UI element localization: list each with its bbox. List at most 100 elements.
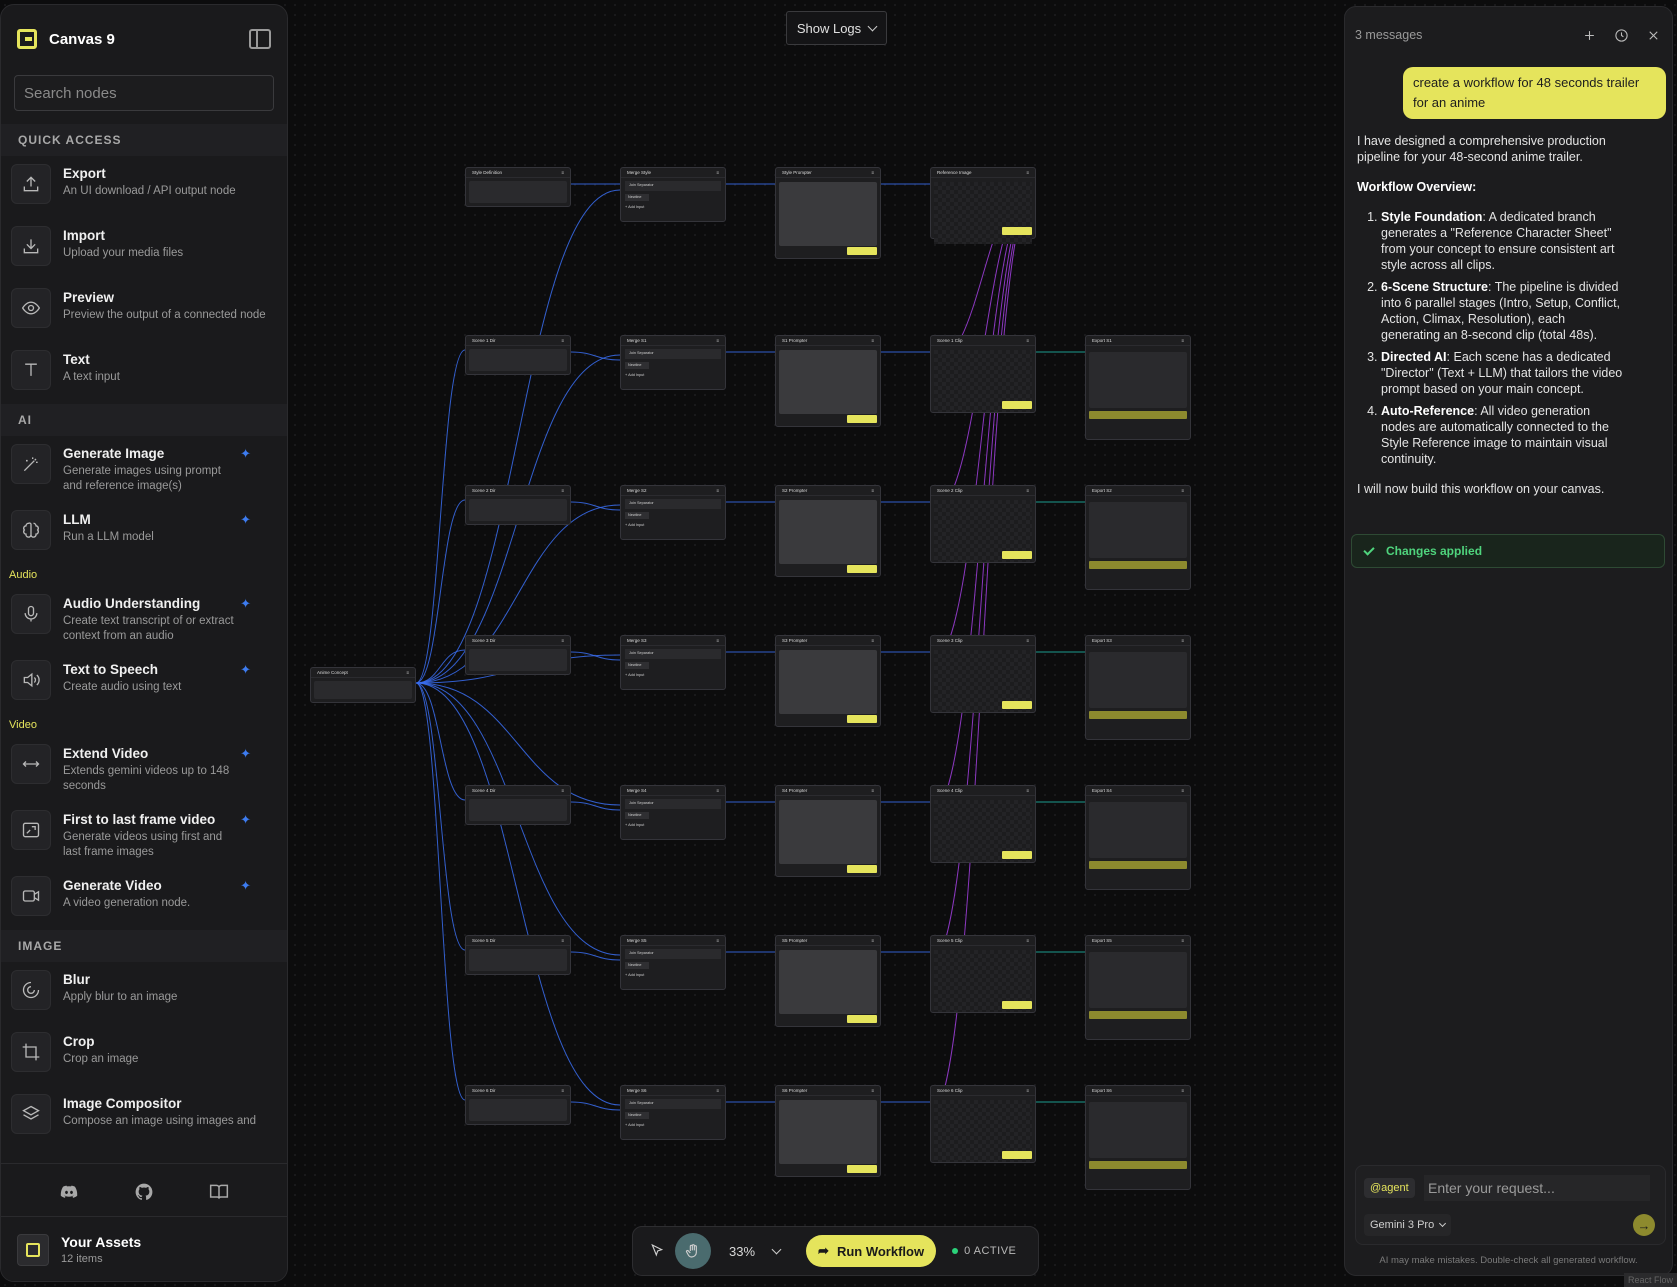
node-scene-director[interactable]: Scene 4 Dir ≡ [465, 785, 571, 825]
download-button[interactable] [1089, 411, 1187, 419]
add-input-button[interactable]: + Add Input [625, 973, 721, 979]
docs-book-icon[interactable] [208, 1182, 230, 1202]
node-menu-icon[interactable]: ≡ [561, 170, 564, 175]
github-icon[interactable] [133, 1182, 155, 1202]
download-button[interactable] [1089, 1011, 1187, 1019]
node-scene-export[interactable]: Export S4 ≡ [1085, 785, 1191, 890]
add-input-button[interactable]: + Add Input [625, 523, 721, 529]
node-item-extend-video[interactable]: Extend Video Extends gemini videos up to … [1, 736, 287, 802]
run-node-button[interactable] [847, 715, 877, 723]
request-input[interactable] [1424, 1175, 1650, 1201]
node-menu-icon[interactable]: ≡ [716, 638, 719, 643]
node-menu-icon[interactable]: ≡ [716, 788, 719, 793]
node-text-field[interactable] [469, 499, 567, 521]
node-item-preview[interactable]: Preview Preview the output of a connected… [1, 280, 287, 342]
node-scene-prompter[interactable]: S3 Prompter ≡ [775, 635, 881, 727]
node-scene-clip[interactable]: Scene 3 Clip ≡ [930, 635, 1036, 713]
node-menu-icon[interactable]: ≡ [871, 1088, 874, 1093]
run-node-button[interactable] [1002, 851, 1032, 859]
node-anime-concept[interactable]: Anime Concept ≡ [310, 667, 416, 703]
node-menu-icon[interactable]: ≡ [561, 638, 564, 643]
pan-tool-button[interactable] [675, 1233, 711, 1269]
node-menu-icon[interactable]: ≡ [561, 1088, 564, 1093]
node-scene-clip[interactable]: Scene 2 Clip ≡ [930, 485, 1036, 563]
node-scene-merge[interactable]: Merge S1 ≡ Join Separator Newline + Add Inpu… [620, 335, 726, 390]
node-style-definition[interactable]: Style Definition ≡ [465, 167, 571, 207]
node-scene-prompter[interactable]: S2 Prompter ≡ [775, 485, 881, 577]
node-scene-director[interactable]: Scene 2 Dir ≡ [465, 485, 571, 525]
node-menu-icon[interactable]: ≡ [871, 788, 874, 793]
node-menu-icon[interactable]: ≡ [561, 338, 564, 343]
run-node-button[interactable] [847, 415, 877, 423]
node-menu-icon[interactable]: ≡ [716, 488, 719, 493]
node-scene-merge[interactable]: Merge S6 ≡ Join Separator Newline + Add Inpu… [620, 1085, 726, 1140]
node-menu-icon[interactable]: ≡ [1181, 488, 1184, 493]
node-item-blur[interactable]: Blur Apply blur to an image [1, 962, 287, 1024]
newline-option[interactable]: Newline [625, 361, 649, 369]
run-node-button[interactable] [1002, 1151, 1032, 1159]
node-scene-merge[interactable]: Merge S3 ≡ Join Separator Newline + Add Inpu… [620, 635, 726, 690]
node-menu-icon[interactable]: ≡ [716, 170, 719, 175]
download-button[interactable] [1089, 1161, 1187, 1169]
node-scene-merge[interactable]: Merge S5 ≡ Join Separator Newline + Add Inpu… [620, 935, 726, 990]
node-scene-export[interactable]: Export S6 ≡ [1085, 1085, 1191, 1190]
node-scene-export[interactable]: Export S5 ≡ [1085, 935, 1191, 1040]
node-merge-style[interactable]: Merge Style ≡ Join Separator Newline + Add I… [620, 167, 726, 222]
node-item-first-to-last-frame-video[interactable]: First to last frame video Generate videos… [1, 802, 287, 868]
node-scene-merge[interactable]: Merge S2 ≡ Join Separator Newline + Add Inpu… [620, 485, 726, 540]
node-text-field[interactable] [469, 949, 567, 971]
node-text-field[interactable] [469, 181, 567, 203]
node-text-field[interactable] [469, 649, 567, 671]
node-scene-prompter[interactable]: S1 Prompter ≡ [775, 335, 881, 427]
node-menu-icon[interactable]: ≡ [871, 170, 874, 175]
node-scene-merge[interactable]: Merge S4 ≡ Join Separator Newline + Add Inpu… [620, 785, 726, 840]
node-menu-icon[interactable]: ≡ [716, 338, 719, 343]
newline-option[interactable]: Newline [625, 661, 649, 669]
collapse-sidebar-icon[interactable] [249, 29, 271, 49]
add-input-button[interactable]: + Add Input [625, 823, 721, 829]
node-item-crop[interactable]: Crop Crop an image [1, 1024, 287, 1086]
node-reference-image[interactable]: Reference Image ≡ [930, 167, 1036, 244]
run-node-button[interactable] [847, 865, 877, 873]
search-nodes-input[interactable]: Search nodes [14, 75, 274, 111]
run-node-button[interactable] [1002, 401, 1032, 409]
send-button[interactable]: → [1633, 1214, 1655, 1236]
node-scene-prompter[interactable]: S5 Prompter ≡ [775, 935, 881, 1027]
node-menu-icon[interactable]: ≡ [1181, 338, 1184, 343]
node-item-text[interactable]: Text A text input [1, 342, 287, 404]
node-item-image-compositor[interactable]: Image Compositor Compose an image using i… [1, 1086, 287, 1148]
node-scene-director[interactable]: Scene 5 Dir ≡ [465, 935, 571, 975]
node-menu-icon[interactable]: ≡ [1026, 788, 1029, 793]
node-scene-clip[interactable]: Scene 1 Clip ≡ [930, 335, 1036, 413]
run-node-button[interactable] [1002, 551, 1032, 559]
agent-tag[interactable]: @agent [1364, 1178, 1415, 1198]
node-menu-icon[interactable]: ≡ [1181, 1088, 1184, 1093]
add-input-button[interactable]: + Add Input [625, 373, 721, 379]
node-scene-export[interactable]: Export S1 ≡ [1085, 335, 1191, 440]
node-menu-icon[interactable]: ≡ [871, 638, 874, 643]
node-scene-export[interactable]: Export S3 ≡ [1085, 635, 1191, 740]
node-menu-icon[interactable]: ≡ [871, 938, 874, 943]
your-assets-button[interactable]: Your Assets 12 items [1, 1216, 287, 1281]
node-scene-prompter[interactable]: S6 Prompter ≡ [775, 1085, 881, 1177]
node-menu-icon[interactable]: ≡ [561, 938, 564, 943]
node-item-generate-image[interactable]: Generate Image Generate images using prom… [1, 436, 287, 502]
newline-option[interactable]: Newline [625, 193, 649, 201]
close-icon[interactable] [1644, 26, 1662, 44]
newline-option[interactable]: Newline [625, 511, 649, 519]
node-scene-prompter[interactable]: S4 Prompter ≡ [775, 785, 881, 877]
node-scene-clip[interactable]: Scene 5 Clip ≡ [930, 935, 1036, 1013]
node-text-field[interactable] [314, 681, 412, 699]
node-menu-icon[interactable]: ≡ [871, 488, 874, 493]
node-item-import[interactable]: Import Upload your media files [1, 218, 287, 280]
run-node-button[interactable] [847, 1015, 877, 1023]
history-icon[interactable] [1612, 26, 1630, 44]
node-scene-director[interactable]: Scene 3 Dir ≡ [465, 635, 571, 675]
discord-icon[interactable] [58, 1182, 80, 1202]
node-menu-icon[interactable]: ≡ [716, 1088, 719, 1093]
node-menu-icon[interactable]: ≡ [871, 338, 874, 343]
node-scene-director[interactable]: Scene 1 Dir ≡ [465, 335, 571, 375]
add-input-button[interactable]: + Add Input [625, 673, 721, 679]
run-node-button[interactable] [1002, 227, 1032, 235]
node-menu-icon[interactable]: ≡ [1026, 638, 1029, 643]
